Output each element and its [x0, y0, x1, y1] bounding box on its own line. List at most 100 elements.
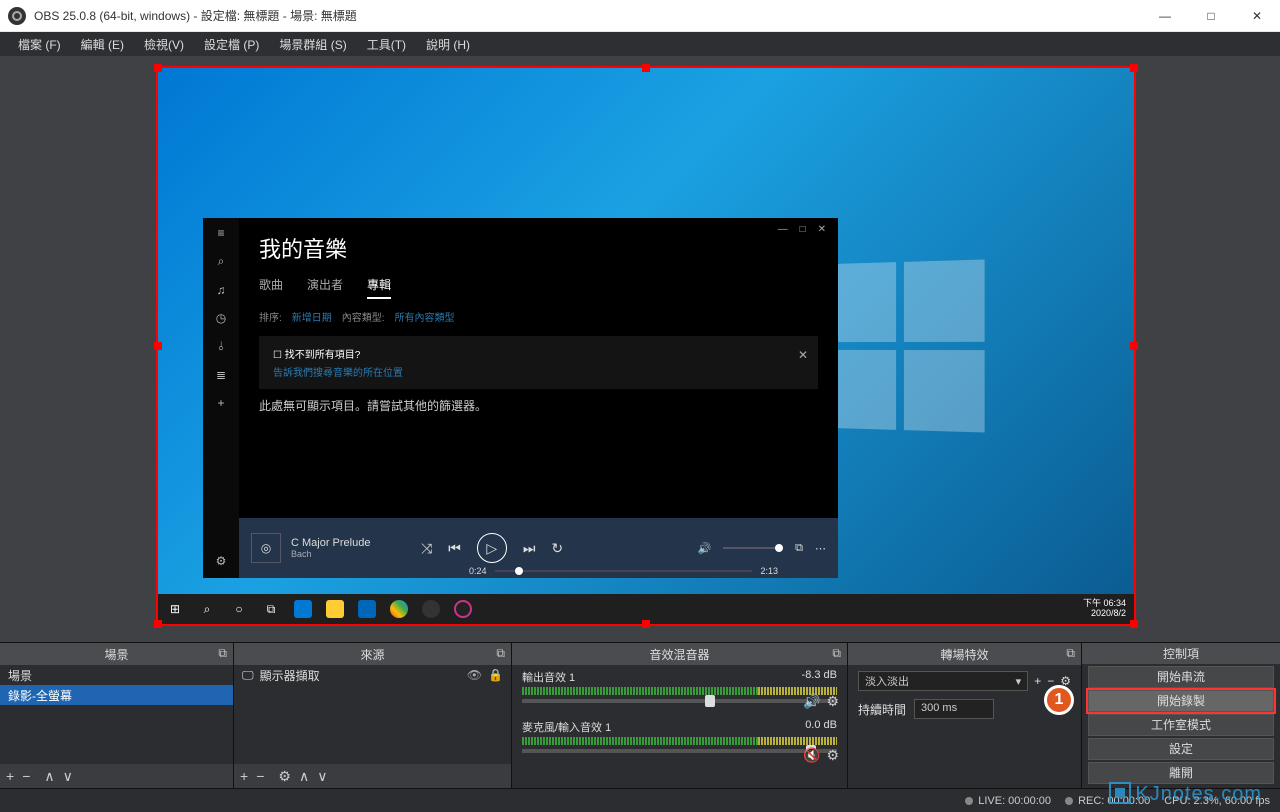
obs-taskbar-icon[interactable] [422, 600, 440, 618]
resize-handle[interactable] [154, 64, 162, 72]
source-item[interactable]: 🖵 顯示器擷取 👁 🔒 [234, 665, 511, 685]
resize-handle[interactable] [1130, 342, 1138, 350]
start-recording-button[interactable]: 開始錄製 [1088, 690, 1274, 712]
type-value[interactable]: 所有內容類型 [395, 309, 455, 324]
gear-icon[interactable]: ⚙ [826, 693, 839, 710]
preview-area: — □ ✕ ≡ ⌕ ♫ ◷ ⫰ ≣ + ⚙ [0, 56, 1280, 642]
lock-icon[interactable]: 🔒 [488, 668, 503, 682]
maximize-button[interactable]: □ [1188, 0, 1234, 32]
menu-tools[interactable]: 工具(T) [357, 32, 416, 56]
prev-track-icon[interactable]: ⏮ [448, 540, 461, 557]
menu-view[interactable]: 檢視(V) [134, 32, 194, 56]
duration-input[interactable]: 300 ms [914, 699, 994, 719]
scene-item[interactable]: 場景 [0, 665, 233, 685]
speaker-icon[interactable]: 🔊 [803, 693, 820, 710]
popout-icon[interactable]: ⧉ [832, 646, 841, 661]
mixer-panel: 音效混音器⧉ 輸出音效 1-8.3 dB 🔊⚙ 麥克風/輸入音效 10.0 dB… [512, 643, 848, 788]
sources-list[interactable]: 🖵 顯示器擷取 👁 🔒 [234, 665, 511, 764]
next-track-icon[interactable]: ⏭ [523, 540, 536, 557]
scenes-header: 場景 [104, 646, 128, 663]
start-streaming-button[interactable]: 開始串流 [1088, 666, 1274, 688]
gear-icon[interactable]: ⚙ [826, 747, 839, 764]
popout-icon[interactable]: ⧉ [1066, 646, 1075, 661]
taskbar-search-icon[interactable]: ⌕ [198, 600, 216, 618]
music-close-icon[interactable]: ✕ [818, 224, 826, 235]
minimize-button[interactable]: — [1142, 0, 1188, 32]
resize-handle[interactable] [642, 64, 650, 72]
music-notice: ☐ 找不到所有項目? 告訴我們搜尋音樂的所在位置 ✕ [259, 336, 818, 389]
add-source-button[interactable]: + [240, 768, 248, 784]
remove-scene-button[interactable]: − [22, 768, 30, 784]
gear-icon[interactable]: ⚙ [216, 554, 227, 568]
remove-source-button[interactable]: − [256, 768, 264, 784]
transitions-panel: 轉場特效⧉ 淡入淡出▾ + − ⚙ 持續時間 300 ms [848, 643, 1082, 788]
playlist-icon[interactable]: ≣ [216, 368, 226, 382]
close-button[interactable]: ✕ [1234, 0, 1280, 32]
studio-mode-button[interactable]: 工作室模式 [1088, 714, 1274, 736]
more-icon[interactable]: ⋯ [815, 542, 826, 555]
music-note-icon[interactable]: ♫ [217, 283, 226, 297]
channel-db: 0.0 dB [805, 719, 837, 735]
menu-help[interactable]: 說明 (H) [416, 32, 480, 56]
menu-scene-collection[interactable]: 場景群組 (S) [269, 32, 356, 56]
play-button[interactable]: ▷ [477, 533, 507, 563]
bottom-panels: 場景⧉ 場景 錄影-全螢幕 + − ∧ ∨ 來源⧉ 🖵 顯示器擷取 👁 🔒 [0, 642, 1280, 788]
explorer-icon[interactable] [326, 600, 344, 618]
notice-link[interactable]: 告訴我們搜尋音樂的所在位置 [273, 364, 804, 379]
source-selection-outline[interactable]: — □ ✕ ≡ ⌕ ♫ ◷ ⫰ ≣ + ⚙ [156, 66, 1136, 626]
resize-handle[interactable] [154, 342, 162, 350]
hamburger-icon[interactable]: ≡ [217, 226, 224, 240]
controls-panel: 控制項 開始串流 開始錄製 工作室模式 設定 離開 1 [1082, 643, 1280, 788]
repeat-icon[interactable]: ↻ [551, 540, 563, 557]
shuffle-icon[interactable]: ⤨ [421, 540, 432, 557]
progress-slider[interactable] [495, 570, 753, 572]
add-icon[interactable]: + [217, 396, 224, 410]
music-maximize-icon[interactable]: □ [800, 224, 806, 235]
scene-item[interactable]: 錄影-全螢幕 [0, 685, 233, 705]
cortana-icon[interactable]: ○ [230, 600, 248, 618]
miniplayer-icon[interactable]: ⧉ [795, 542, 803, 555]
resize-handle[interactable] [642, 620, 650, 628]
mute-icon[interactable]: 🔇 [803, 747, 820, 764]
now-playing-icon[interactable]: ⫰ [218, 339, 223, 354]
move-down-button[interactable]: ∨ [317, 768, 327, 785]
music-minimize-icon[interactable]: — [778, 224, 788, 235]
resize-handle[interactable] [1130, 64, 1138, 72]
volume-icon[interactable]: 🔊 [697, 542, 711, 555]
settings-button[interactable]: 設定 [1088, 738, 1274, 760]
mail-icon[interactable] [358, 600, 376, 618]
scenes-list[interactable]: 場景 錄影-全螢幕 [0, 665, 233, 764]
add-scene-button[interactable]: + [6, 768, 14, 784]
search-icon[interactable]: ⌕ [218, 254, 225, 269]
visibility-icon[interactable]: 👁 [467, 668, 482, 682]
notice-close-icon[interactable]: ✕ [798, 348, 808, 362]
groove-icon[interactable] [454, 600, 472, 618]
tab-artists[interactable]: 演出者 [307, 276, 343, 299]
chrome-icon[interactable] [390, 600, 408, 618]
volume-slider[interactable] [723, 547, 783, 549]
popout-icon[interactable]: ⧉ [218, 646, 227, 661]
move-down-button[interactable]: ∨ [63, 768, 73, 785]
add-transition-button[interactable]: + [1034, 674, 1041, 688]
resize-handle[interactable] [1130, 620, 1138, 628]
resize-handle[interactable] [154, 620, 162, 628]
menu-profile[interactable]: 設定檔 (P) [194, 32, 269, 56]
transition-select[interactable]: 淡入淡出▾ [858, 671, 1028, 691]
menu-file[interactable]: 檔案 (F) [8, 32, 71, 56]
move-up-button[interactable]: ∧ [44, 768, 54, 785]
system-tray[interactable]: 下午 06:34 2020/8/2 [1083, 599, 1126, 619]
edge-icon[interactable] [294, 600, 312, 618]
tab-songs[interactable]: 歌曲 [259, 276, 283, 299]
volume-slider[interactable] [522, 749, 837, 753]
popout-icon[interactable]: ⧉ [496, 646, 505, 661]
volume-slider[interactable] [522, 699, 837, 703]
menu-edit[interactable]: 編輯 (E) [71, 32, 134, 56]
start-icon[interactable]: ⊞ [166, 600, 184, 618]
recent-icon[interactable]: ◷ [216, 311, 226, 325]
source-settings-button[interactable]: ⚙ [278, 768, 291, 785]
channel-db: -8.3 dB [802, 669, 837, 685]
move-up-button[interactable]: ∧ [299, 768, 309, 785]
taskview-icon[interactable]: ⧉ [262, 600, 280, 618]
tab-albums[interactable]: 專輯 [367, 276, 391, 299]
sort-value[interactable]: 新增日期 [292, 309, 332, 324]
